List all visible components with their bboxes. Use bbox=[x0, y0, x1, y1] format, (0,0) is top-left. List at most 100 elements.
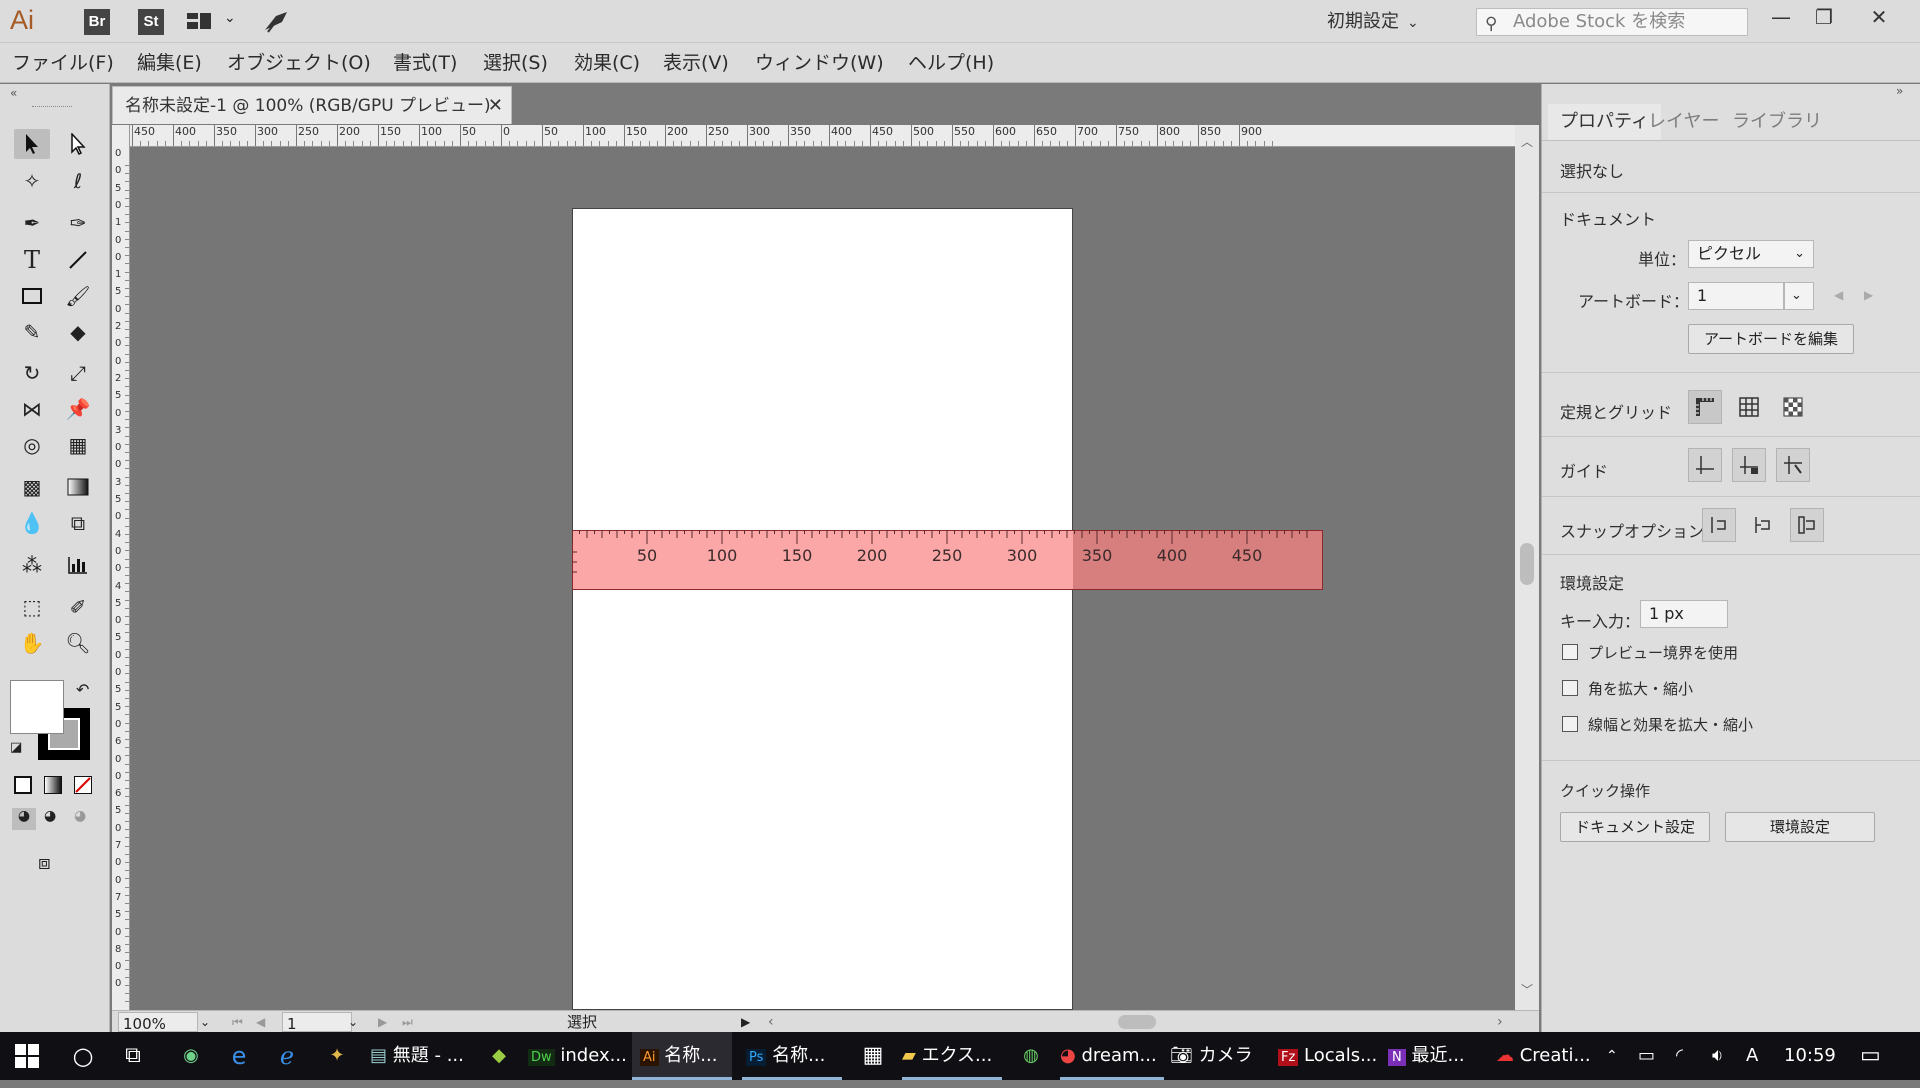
status-menu-icon[interactable]: ▶ bbox=[741, 1011, 750, 1033]
menu-view[interactable]: 表示(V) bbox=[663, 43, 729, 83]
task-view-icon[interactable]: ⧉ bbox=[118, 1032, 148, 1080]
prev-artboard-icon[interactable]: ◀ bbox=[1834, 288, 1843, 302]
prev-artboard-icon[interactable]: ◀ bbox=[256, 1011, 265, 1033]
menu-select[interactable]: 選択(S) bbox=[483, 43, 548, 83]
close-tab-icon[interactable]: ✕ bbox=[488, 87, 503, 125]
direct-selection-tool-icon[interactable] bbox=[60, 129, 96, 159]
draw-behind-icon[interactable]: ◕ bbox=[44, 808, 56, 824]
artboard-tool-icon[interactable]: ⬚ bbox=[14, 592, 50, 622]
tab-libraries[interactable]: ライブラリ bbox=[1720, 104, 1834, 140]
none-mode-icon[interactable] bbox=[74, 776, 92, 794]
scroll-down-icon[interactable]: ﹀ bbox=[1521, 981, 1533, 998]
taskbar-item-photoshop[interactable]: Ps 名称... bbox=[742, 1032, 842, 1080]
restore-button[interactable]: ❐ bbox=[1806, 4, 1842, 32]
paintbrush-tool-icon[interactable]: 🖌 bbox=[60, 281, 96, 311]
mesh-tool-icon[interactable]: ▩ bbox=[14, 472, 50, 502]
menu-object[interactable]: オブジェクト(O) bbox=[227, 43, 371, 83]
color-mode-icon[interactable] bbox=[14, 776, 32, 794]
grid-icon[interactable] bbox=[1732, 390, 1766, 424]
collapse-toolbar-icon[interactable]: « bbox=[10, 86, 17, 100]
first-artboard-icon[interactable]: ⏮ bbox=[232, 1011, 243, 1033]
scale-corners-checkbox[interactable] bbox=[1562, 680, 1578, 696]
battery-icon[interactable]: ▭ bbox=[1638, 1032, 1662, 1080]
close-button[interactable]: ✕ bbox=[1861, 4, 1897, 32]
zoom-field[interactable]: 100% bbox=[118, 1012, 198, 1032]
ime-icon[interactable]: A bbox=[1746, 1032, 1766, 1080]
menu-help[interactable]: ヘルプ(H) bbox=[908, 43, 994, 83]
smart-guides-icon[interactable] bbox=[1776, 448, 1810, 482]
app-icon[interactable]: ✦ bbox=[322, 1032, 352, 1080]
app-icon[interactable]: ◍ bbox=[1016, 1032, 1046, 1080]
taskbar-item-explorer[interactable]: ▰ エクス... bbox=[902, 1032, 1002, 1080]
transparency-grid-icon[interactable] bbox=[1776, 390, 1810, 424]
preview-bounds-checkbox[interactable] bbox=[1562, 644, 1578, 660]
stock-button[interactable]: St bbox=[138, 9, 164, 35]
artboard[interactable] bbox=[572, 208, 1073, 1010]
menu-window[interactable]: ウィンドウ(W) bbox=[755, 43, 884, 83]
bridge-button[interactable]: Br bbox=[84, 9, 110, 35]
next-artboard-icon[interactable]: ▶ bbox=[378, 1011, 387, 1033]
perspective-grid-tool-icon[interactable]: ▦ bbox=[60, 430, 96, 460]
arrange-documents-icon[interactable] bbox=[186, 11, 212, 31]
workspace-switcher[interactable]: 初期設定⌄ bbox=[1327, 7, 1419, 37]
shaper-tool-icon[interactable]: ✎ bbox=[14, 317, 50, 347]
chevron-down-icon[interactable]: ⌄ bbox=[224, 10, 236, 26]
scale-tool-icon[interactable]: ⤢ bbox=[60, 358, 96, 388]
internet-explorer-icon[interactable]: ℯ bbox=[272, 1032, 302, 1080]
edit-artboard-button[interactable]: アートボードを編集 bbox=[1688, 324, 1854, 354]
taskbar-item-camera[interactable]: 📷︎ カメラ bbox=[1170, 1032, 1254, 1080]
artboard-number-field[interactable]: 1 bbox=[282, 1012, 352, 1032]
menu-effect[interactable]: 効果(C) bbox=[574, 43, 640, 83]
gpu-performance-icon[interactable] bbox=[262, 8, 290, 34]
shape-builder-tool-icon[interactable]: ◎ bbox=[14, 430, 50, 460]
app-icon[interactable]: ◆ bbox=[484, 1032, 514, 1080]
taskbar-item-creative-cloud[interactable]: ☁ Creati... bbox=[1496, 1032, 1600, 1080]
taskbar-item-chrome[interactable]: ◕ dream... bbox=[1060, 1032, 1164, 1080]
collapse-panel-icon[interactable]: » bbox=[1896, 84, 1903, 98]
rectangle-tool-icon[interactable] bbox=[14, 281, 50, 311]
puppet-warp-tool-icon[interactable]: 📌 bbox=[60, 394, 96, 424]
document-tab[interactable]: 名称未設定-1 @ 100% (RGB/GPU プレビュー) ✕ bbox=[112, 86, 512, 124]
zoom-tool-icon[interactable]: 🔍︎ bbox=[60, 628, 96, 658]
snap-to-point-icon[interactable] bbox=[1702, 508, 1736, 542]
ruler-icon[interactable] bbox=[1688, 390, 1722, 424]
scroll-up-icon[interactable]: ︿ bbox=[1521, 133, 1533, 150]
draw-inside-icon[interactable]: ◕ bbox=[74, 808, 86, 824]
last-artboard-icon[interactable]: ⏭ bbox=[402, 1011, 413, 1033]
curvature-tool-icon[interactable]: ✑ bbox=[60, 208, 96, 238]
scroll-left-icon[interactable]: ‹ bbox=[768, 1011, 774, 1033]
hand-tool-icon[interactable]: ✋ bbox=[14, 628, 50, 658]
type-tool-icon[interactable]: T bbox=[14, 245, 50, 275]
swap-fill-stroke-icon[interactable]: ↶ bbox=[76, 680, 89, 699]
symbol-sprayer-tool-icon[interactable]: ⁂ bbox=[14, 550, 50, 580]
taskbar-item-illustrator[interactable]: Ai 名称... bbox=[632, 1032, 732, 1080]
document-setup-button[interactable]: ドキュメント設定 bbox=[1560, 812, 1710, 842]
line-tool-icon[interactable] bbox=[60, 245, 96, 275]
menu-edit[interactable]: 編集(E) bbox=[137, 43, 202, 83]
slice-tool-icon[interactable]: ✐ bbox=[60, 592, 96, 622]
eyedropper-tool-icon[interactable]: 💧 bbox=[14, 508, 50, 538]
minimize-button[interactable]: — bbox=[1763, 4, 1799, 32]
width-tool-icon[interactable]: ⋈ bbox=[14, 394, 50, 424]
magic-wand-tool-icon[interactable]: ✧ bbox=[14, 166, 50, 196]
lasso-tool-icon[interactable]: ℓ bbox=[60, 166, 96, 196]
artboard-dropdown-icon[interactable]: ⌄ bbox=[1784, 282, 1814, 310]
action-center-icon[interactable]: ▭ bbox=[1860, 1032, 1890, 1080]
zoom-dropdown-icon[interactable]: ⌄ bbox=[200, 1011, 210, 1033]
taskbar-item-dreamweaver[interactable]: Dw index... bbox=[528, 1032, 628, 1080]
app-icon[interactable]: ◉ bbox=[176, 1032, 206, 1080]
gradient-tool-icon[interactable] bbox=[60, 472, 96, 502]
eraser-tool-icon[interactable]: ◆ bbox=[60, 317, 96, 347]
gradient-mode-icon[interactable] bbox=[44, 776, 62, 794]
clock[interactable]: 10:59 bbox=[1784, 1032, 1834, 1080]
taskbar-item-notepad[interactable]: ▤ 無題 - ... bbox=[370, 1032, 470, 1080]
screen-mode-icon[interactable]: ⧈ bbox=[38, 850, 51, 874]
vertical-ruler[interactable]: 0050100150200250300350400450500550600650… bbox=[112, 125, 130, 1010]
toolbar-grip[interactable] bbox=[32, 106, 72, 109]
tab-layers[interactable]: レイヤー bbox=[1636, 104, 1731, 140]
edge-icon[interactable]: e bbox=[224, 1032, 254, 1080]
vertical-scroll-thumb[interactable] bbox=[1520, 543, 1534, 585]
default-fill-stroke-icon[interactable]: ◪ bbox=[10, 740, 22, 755]
key-input-field[interactable]: 1 px bbox=[1640, 600, 1728, 628]
calculator-icon[interactable]: ▦ bbox=[858, 1032, 888, 1080]
